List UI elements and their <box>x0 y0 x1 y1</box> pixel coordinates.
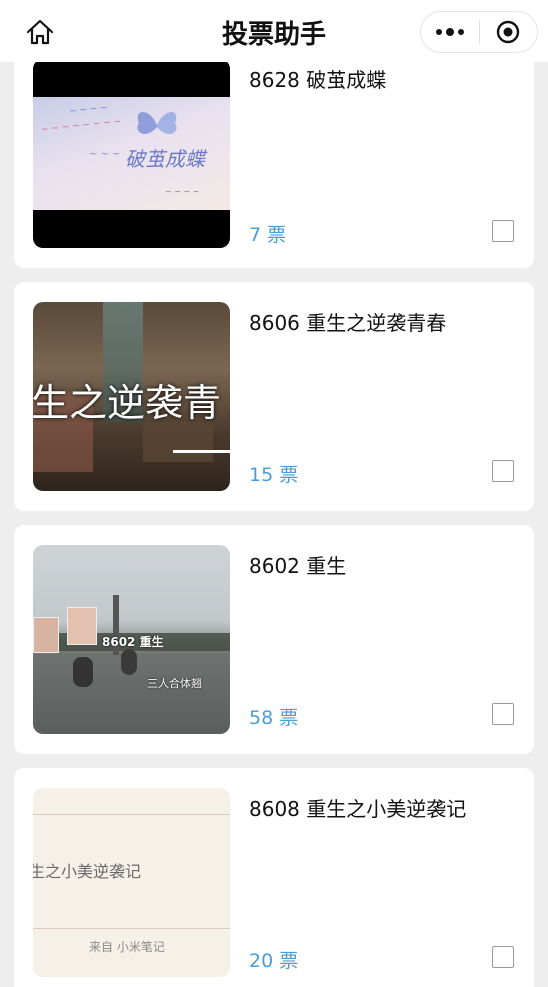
item-thumbnail[interactable]: 生之逆袭青 <box>33 302 230 491</box>
capsule-menu <box>420 11 538 53</box>
thumbnail-caption: 生之逆袭青 <box>33 381 222 425</box>
vote-item[interactable]: 生之逆袭青 8606 重生之逆袭青春 15 票 <box>14 282 534 511</box>
thumbnail-face <box>67 607 97 645</box>
vote-checkbox[interactable] <box>492 220 514 242</box>
thumbnail-rule <box>33 928 230 929</box>
thumbnail-desk <box>143 422 213 462</box>
item-title: 8602 重生 <box>249 554 347 578</box>
vote-item[interactable]: ~ ~ ~ ~ ~ ~ ~ ~ ~ ~ ~ ~ ~ ~ ~ 破茧成蝶 ~ ~ ~… <box>14 39 534 268</box>
thumbnail-caption: 来自 小米笔记 <box>89 940 165 954</box>
vote-count: 20 票 <box>249 950 299 972</box>
more-button[interactable] <box>421 12 479 52</box>
thumbnail-face <box>33 617 59 653</box>
item-title: 8608 重生之小美逆袭记 <box>249 797 467 821</box>
thumbnail-caption: 破茧成蝶 <box>125 147 205 171</box>
item-thumbnail[interactable]: 生之小美逆袭记 来自 小米笔记 <box>33 788 230 977</box>
vote-count: 7 票 <box>249 224 287 246</box>
item-thumbnail[interactable]: ~ ~ ~ ~ ~ ~ ~ ~ ~ ~ ~ ~ ~ ~ ~ 破茧成蝶 ~ ~ ~… <box>33 59 230 248</box>
thumbnail-rider <box>121 649 137 675</box>
item-title: 8606 重生之逆袭青春 <box>249 311 447 335</box>
capsule-close-icon <box>497 20 520 44</box>
vote-checkbox[interactable] <box>492 703 514 725</box>
thumbnail-caption: 8602 重生 <box>102 635 164 649</box>
thumbnail-rule <box>33 814 230 815</box>
vote-checkbox[interactable] <box>492 946 514 968</box>
thumbnail-image: ~ ~ ~ ~ ~ ~ ~ ~ ~ ~ ~ ~ ~ ~ ~ 破茧成蝶 ~ ~ ~… <box>33 97 230 210</box>
item-title: 8628 破茧成蝶 <box>249 68 387 92</box>
thumbnail-caption: 三人合体翘 <box>147 677 202 690</box>
page: ~ ~ ~ ~ ~ ~ ~ ~ ~ ~ ~ ~ ~ ~ ~ 破茧成蝶 ~ ~ ~… <box>0 0 548 987</box>
more-dots-icon <box>435 28 464 36</box>
vote-checkbox[interactable] <box>492 460 514 482</box>
item-thumbnail[interactable]: 8602 重生 三人合体翘 <box>33 545 230 734</box>
vote-item[interactable]: 8602 重生 三人合体翘 8602 重生 58 票 <box>14 525 534 754</box>
vote-count: 15 票 <box>249 464 299 486</box>
vote-item[interactable]: 生之小美逆袭记 来自 小米笔记 8608 重生之小美逆袭记 20 票 <box>14 768 534 987</box>
thumbnail-caption: 生之小美逆袭记 <box>33 862 142 881</box>
butterfly-icon <box>137 112 177 135</box>
close-button[interactable] <box>480 12 538 52</box>
thumbnail-rider <box>73 657 93 687</box>
thumbnail-underline <box>173 450 230 453</box>
vote-count: 58 票 <box>249 707 299 729</box>
nav-header: 投票助手 <box>0 0 548 62</box>
